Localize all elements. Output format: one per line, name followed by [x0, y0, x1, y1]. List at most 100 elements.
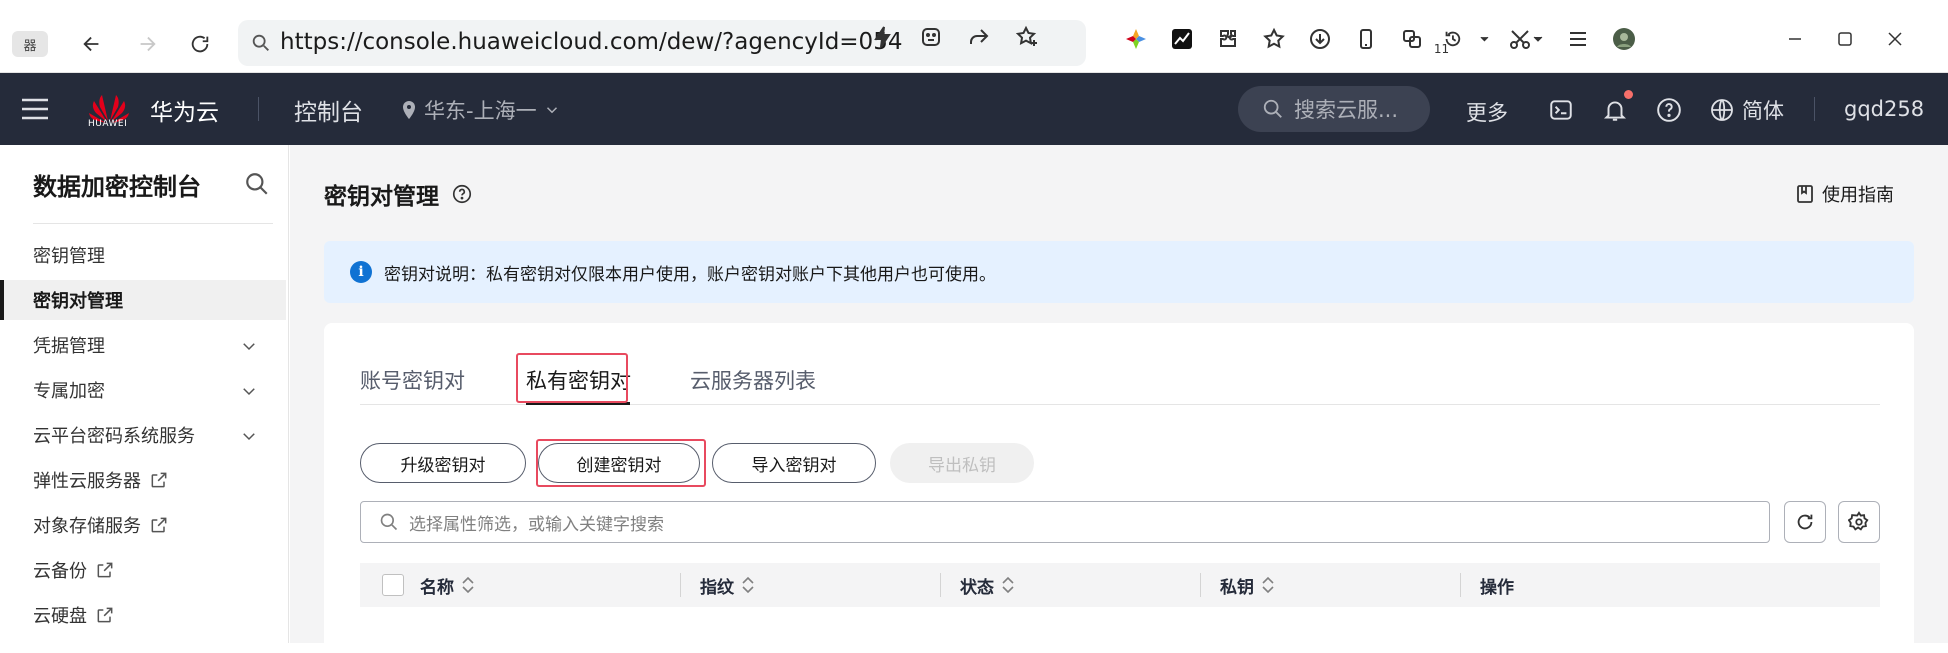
minimize-button[interactable] — [1780, 24, 1810, 54]
menu-button[interactable] — [1562, 24, 1594, 54]
scissors-icon — [1510, 30, 1530, 49]
collections-button[interactable] — [1396, 24, 1428, 54]
globe-icon — [1711, 99, 1733, 121]
profile-button[interactable] — [1608, 24, 1640, 54]
sidebar-item-obs[interactable]: 对象存储服务 — [0, 505, 286, 545]
column-label: 名称 — [420, 577, 454, 598]
sidebar-item-keypair-management[interactable]: 密钥对管理 — [0, 280, 286, 320]
sidebar-item-cloud-backup[interactable]: 云备份 — [0, 550, 286, 590]
column-status[interactable]: 状态 — [960, 563, 1016, 607]
column-label: 指纹 — [700, 577, 734, 598]
sidebar-search-button[interactable] — [244, 171, 270, 201]
star-icon — [1263, 27, 1285, 49]
chevron-down-icon — [240, 337, 258, 360]
sidebar-item-label: 对象存储服务 — [33, 516, 141, 537]
sidebar-item-key-management[interactable]: 密钥管理 — [0, 235, 286, 275]
sidebar-item-dedicated-encryption[interactable]: 专属加密 — [0, 370, 286, 410]
location-pin-icon — [403, 101, 415, 119]
language-selector[interactable]: 简体 — [1710, 95, 1784, 125]
export-private-key-button[interactable]: 导出私钥 — [890, 443, 1034, 483]
notifications-button[interactable] — [1600, 95, 1630, 125]
address-bar-actions — [868, 22, 1042, 52]
sidebar-item-ecs[interactable]: 弹性云服务器 — [0, 460, 286, 500]
page-title-text: 密钥对管理 — [324, 184, 439, 210]
refresh-button[interactable] — [1784, 501, 1826, 543]
lightning-button[interactable] — [868, 22, 898, 52]
maximize-button[interactable] — [1830, 24, 1860, 54]
region-selector[interactable]: 华东-上海一 — [400, 95, 561, 125]
tab-ecs-list[interactable]: 云服务器列表 — [690, 365, 816, 395]
downloads-button[interactable] — [1304, 24, 1336, 54]
service-list-button[interactable] — [20, 95, 50, 127]
filter-search-input[interactable]: 选择属性筛选，或输入关键字搜索 — [360, 501, 1770, 543]
divider — [1814, 97, 1815, 121]
more-menu[interactable]: 更多 — [1466, 97, 1508, 127]
sidebar-item-cloud-crypto-service[interactable]: 云平台密码系统服务 — [0, 415, 286, 455]
sidebar-item-label: 密钥管理 — [33, 246, 105, 267]
external-link-icon — [149, 515, 169, 535]
reader-button[interactable] — [916, 22, 946, 52]
column-label: 私钥 — [1220, 577, 1254, 598]
add-favorite-button[interactable] — [1012, 22, 1042, 52]
help-button[interactable] — [1654, 95, 1684, 125]
sidebar-item-evs[interactable]: 云硬盘 — [0, 595, 286, 635]
filter-placeholder: 选择属性筛选，或输入关键字搜索 — [409, 514, 664, 535]
extensions-button[interactable] — [1212, 24, 1244, 54]
back-button[interactable] — [76, 28, 108, 60]
search-icon — [246, 173, 268, 195]
language-label: 简体 — [1742, 99, 1784, 123]
global-search[interactable]: 搜索云服... — [1238, 86, 1430, 132]
share-icon — [970, 29, 989, 44]
import-keypair-button[interactable]: 导入密钥对 — [712, 443, 876, 483]
column-name[interactable]: 名称 — [420, 563, 476, 607]
user-menu[interactable]: gqd258 — [1844, 97, 1924, 121]
trend-extension-button[interactable] — [1166, 24, 1198, 54]
forward-button[interactable] — [131, 28, 163, 60]
settings-button[interactable] — [1838, 501, 1880, 543]
global-search-placeholder: 搜索云服... — [1294, 98, 1399, 122]
phone-icon — [1360, 29, 1372, 49]
gear-icon — [1848, 511, 1869, 531]
copilot-button[interactable] — [1120, 24, 1152, 54]
column-private-key[interactable]: 私钥 — [1220, 563, 1276, 607]
hamburger-icon — [22, 98, 48, 120]
select-all-checkbox[interactable] — [382, 574, 404, 596]
book-icon — [1797, 185, 1813, 203]
favorites-button[interactable] — [1258, 24, 1290, 54]
console-link[interactable]: 控制台 — [294, 93, 363, 127]
close-window-button[interactable] — [1880, 24, 1910, 54]
reload-button[interactable] — [184, 28, 216, 60]
screenshot-button[interactable] — [1504, 24, 1548, 54]
minimize-icon — [1789, 38, 1801, 40]
sidebar-title: 数据加密控制台 — [33, 173, 201, 201]
sort-icon — [1262, 576, 1274, 594]
brand-name[interactable]: 华为云 — [150, 93, 219, 127]
user-guide-label: 使用指南 — [1822, 185, 1894, 206]
info-notice: i 密钥对说明：私有密钥对仅限本用户使用，账户密钥对账户下其他用户也可使用。 — [324, 241, 1914, 303]
tab-favicon[interactable]: 器 — [12, 31, 48, 57]
divider — [258, 97, 259, 121]
tab-account-keypairs[interactable]: 账号密钥对 — [360, 365, 465, 395]
star-plus-icon — [1015, 25, 1037, 46]
help-icon[interactable] — [451, 183, 473, 205]
table-header: 名称 指纹 状态 私钥 操作 — [360, 563, 1880, 607]
close-icon — [1888, 32, 1902, 46]
terminal-icon — [1550, 100, 1572, 120]
external-link-icon — [95, 560, 115, 580]
sort-icon — [1002, 576, 1014, 594]
search-icon — [380, 513, 398, 531]
cloud-shell-button[interactable] — [1546, 95, 1576, 125]
phone-button[interactable] — [1350, 24, 1382, 54]
history-button[interactable]: 11 — [1434, 24, 1490, 56]
info-icon: i — [350, 261, 372, 283]
upgrade-keypair-button[interactable]: 升级密钥对 — [360, 443, 526, 483]
column-divider — [940, 573, 941, 597]
search-icon — [252, 34, 269, 51]
user-guide-link[interactable]: 使用指南 — [1796, 181, 1894, 207]
sidebar-item-credential-management[interactable]: 凭据管理 — [0, 325, 286, 365]
share-button[interactable] — [964, 22, 994, 52]
history-count: 11 — [1433, 42, 1450, 56]
puzzle-icon — [1220, 30, 1236, 47]
column-fingerprint[interactable]: 指纹 — [700, 563, 756, 607]
help-icon — [1657, 98, 1681, 122]
